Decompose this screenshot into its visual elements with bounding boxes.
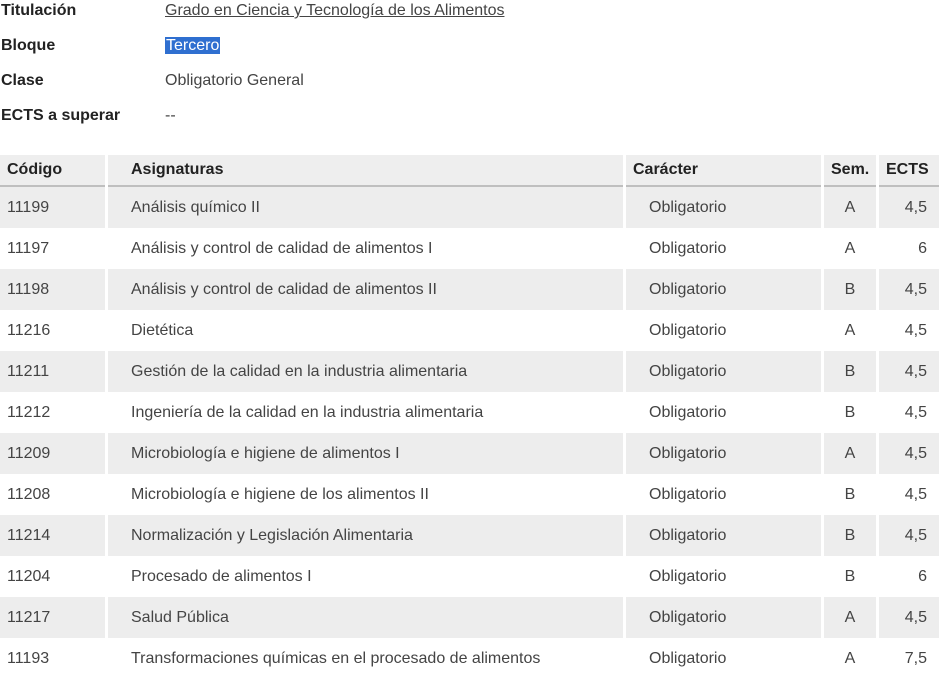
cell-caracter: Obligatorio [626,187,821,228]
cell-ects: 4,5 [879,597,939,638]
cell-sem: B [824,515,876,556]
table-header-row: Código Asignaturas Carácter Sem. ECTS [0,155,939,187]
cell-sem: B [824,474,876,515]
cell-caracter: Obligatorio [626,433,821,474]
cell-asignatura: Microbiología e higiene de alimentos I [108,433,623,474]
cell-codigo: 11211 [0,351,105,392]
table-row: 11197 Análisis y control de calidad de a… [0,228,939,269]
clase-value: Obligatorio General [165,72,304,89]
cell-sem: A [824,433,876,474]
cell-asignatura: Gestión de la calidad en la industria al… [108,351,623,392]
cell-asignatura: Procesado de alimentos I [108,556,623,597]
cell-sem: A [824,310,876,351]
titulacion-label: Titulación [1,2,77,19]
cell-ects: 4,5 [879,474,939,515]
titulacion-link[interactable]: Grado en Ciencia y Tecnología de los Ali… [165,2,504,19]
table-row: 11208 Microbiología e higiene de los ali… [0,474,939,515]
cell-asignatura: Microbiología e higiene de los alimentos… [108,474,623,515]
cell-sem: B [824,351,876,392]
cell-caracter: Obligatorio [626,310,821,351]
cell-sem: A [824,228,876,269]
cell-asignatura: Análisis químico II [108,187,623,228]
cell-ects: 4,5 [879,433,939,474]
table-row: 11211 Gestión de la calidad en la indust… [0,351,939,392]
cell-ects: 4,5 [879,392,939,433]
table-row: 11212 Ingeniería de la calidad en la ind… [0,392,939,433]
header-ects: ECTS [879,155,939,187]
cell-sem: B [824,556,876,597]
table-row: 11216 Dietética Obligatorio A 4,5 [0,310,939,351]
table-row: 11199 Análisis químico II Obligatorio A … [0,187,939,228]
cell-sem: A [824,597,876,638]
info-row-clase: Clase Obligatorio General [0,70,940,94]
table-row: 11209 Microbiología e higiene de aliment… [0,433,939,474]
cell-codigo: 11209 [0,433,105,474]
cell-ects: 4,5 [879,269,939,310]
cell-asignatura: Ingeniería de la calidad en la industria… [108,392,623,433]
header-caracter: Carácter [626,155,821,187]
info-row-titulacion: Titulación Grado en Ciencia y Tecnología… [0,0,940,24]
cell-asignatura: Dietética [108,310,623,351]
cell-ects: 4,5 [879,187,939,228]
cell-codigo: 11208 [0,474,105,515]
header-asignaturas: Asignaturas [108,155,623,187]
cell-caracter: Obligatorio [626,515,821,556]
cell-ects: 4,5 [879,351,939,392]
clase-label: Clase [1,72,44,89]
bloque-value: Tercero [165,35,221,57]
header-sem: Sem. [824,155,876,187]
cell-ects: 4,5 [879,310,939,351]
cell-codigo: 11216 [0,310,105,351]
cell-codigo: 11199 [0,187,105,228]
info-row-ects: ECTS a superar -- [0,105,940,129]
cell-codigo: 11198 [0,269,105,310]
cell-ects: 6 [879,556,939,597]
cell-sem: A [824,187,876,228]
cell-asignatura: Normalización y Legislación Alimentaria [108,515,623,556]
cell-ects: 4,5 [879,515,939,556]
cell-codigo: 11204 [0,556,105,597]
ects-value: -- [165,107,176,124]
cell-asignatura: Salud Pública [108,597,623,638]
cell-caracter: Obligatorio [626,597,821,638]
info-row-bloque: Bloque Tercero [0,35,940,59]
cell-asignatura: Análisis y control de calidad de aliment… [108,228,623,269]
cell-codigo: 11197 [0,228,105,269]
cell-caracter: Obligatorio [626,556,821,597]
cell-caracter: Obligatorio [626,474,821,515]
table-row: 11198 Análisis y control de calidad de a… [0,269,939,310]
cell-ects: 6 [879,228,939,269]
cell-codigo: 11217 [0,597,105,638]
ects-label: ECTS a superar [1,107,121,124]
courses-table: Código Asignaturas Carácter Sem. ECTS 11… [0,155,940,679]
cell-codigo: 11212 [0,392,105,433]
cell-caracter: Obligatorio [626,269,821,310]
cell-codigo: 11214 [0,515,105,556]
cell-sem: B [824,392,876,433]
table-row: 11204 Procesado de alimentos I Obligator… [0,556,939,597]
cell-sem: B [824,269,876,310]
bloque-label: Bloque [1,37,56,54]
titulacion-value: Grado en Ciencia y Tecnología de los Ali… [165,0,504,22]
table-row: 11217 Salud Pública Obligatorio A 4,5 [0,597,939,638]
table-row: 11214 Normalización y Legislación Alimen… [0,515,939,556]
header-codigo: Código [0,155,105,187]
cell-caracter: Obligatorio [626,392,821,433]
cell-asignatura: Análisis y control de calidad de aliment… [108,269,623,310]
cell-caracter: Obligatorio [626,228,821,269]
bloque-selected-text: Tercero [165,37,221,54]
cell-caracter: Obligatorio [626,351,821,392]
